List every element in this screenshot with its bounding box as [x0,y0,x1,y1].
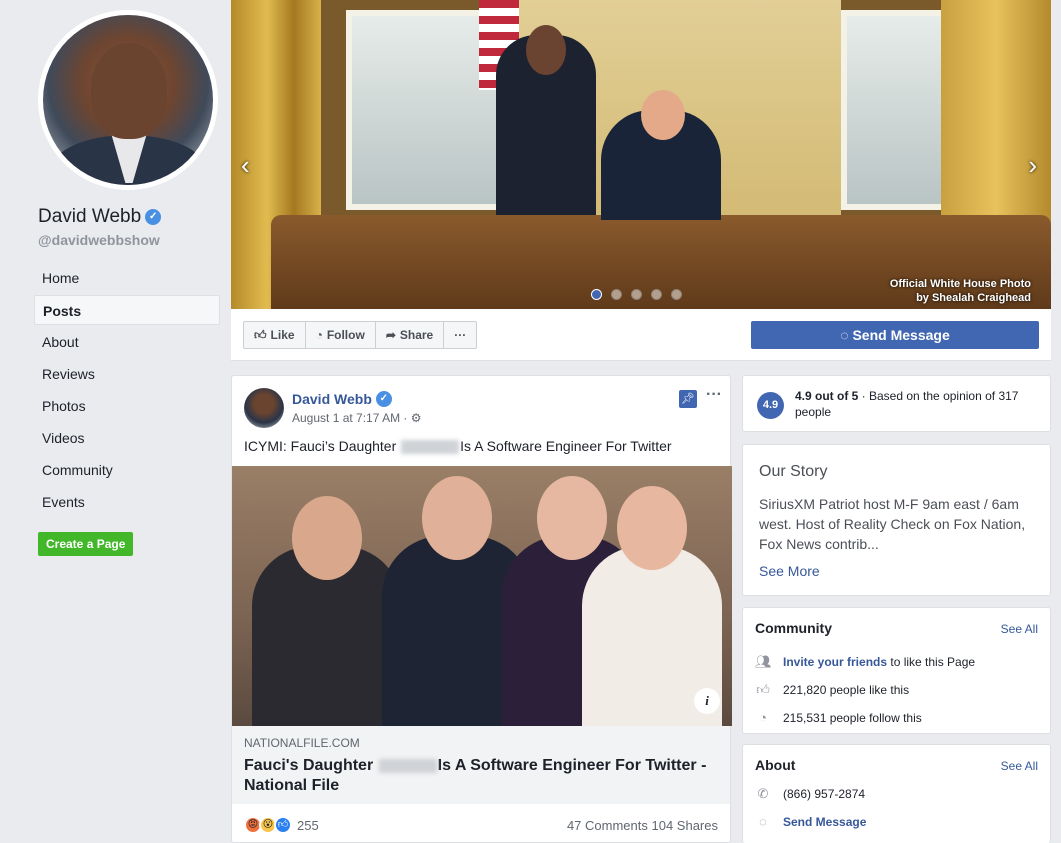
pin-icon: 📌︎ [679,390,697,408]
link-domain: NATIONALFILE.COM [244,736,360,750]
follows-row: ◔ 215,531 people follow this [755,710,922,726]
post-text: ICYMI: Fauci’s Daughter Is A Software En… [244,438,672,455]
post-stats: 47 Comments 104 Shares [567,818,718,833]
page-action-bar: 👍︎ Like ◔ Follow ➦ Share ··· ◌ Send Mess… [231,309,1051,361]
about-title: About [755,757,796,773]
message-row: ◌ Send Message [755,814,866,830]
rss-icon: ◔ [759,710,767,725]
nav-item-reviews[interactable]: Reviews [34,359,220,389]
thumbs-up-icon: 👍︎ [254,328,267,342]
reactions-summary[interactable]: 😡︎ 😮︎ 👍︎ 255 [244,816,319,834]
chevron-right-icon[interactable]: › [1028,150,1037,181]
info-icon[interactable]: i [694,688,720,714]
like-button[interactable]: 👍︎ Like [244,322,306,348]
nav-item-videos[interactable]: Videos [34,423,220,453]
page-actions: 👍︎ Like ◔ Follow ➦ Share ··· [243,321,478,349]
nav-item-home[interactable]: Home [34,263,220,293]
post-author-avatar[interactable] [244,388,284,428]
post-link-image[interactable]: i [232,466,732,726]
about-send-message-link[interactable]: Send Message [783,815,866,829]
likes-row: 👍︎ 221,820 people like this [756,682,910,697]
rss-icon: ◔ [315,328,323,342]
follow-button[interactable]: ◔ Follow [306,322,376,348]
send-message-button[interactable]: ◌ Send Message [751,321,1039,349]
nav-item-about[interactable]: About [34,327,220,357]
rating-card: 4.9 4.9 out of 5 · Based on the opinion … [742,375,1051,432]
create-page-button[interactable]: Create a Page [38,532,134,556]
post-timestamp[interactable]: August 1 at 7:17 AM · ⚙ [292,411,422,425]
post-author[interactable]: David Webb ✓ [292,391,392,407]
nav-item-posts[interactable]: Posts [34,295,220,325]
rating-text: 4.9 out of 5 · Based on the opinion of 3… [795,389,1019,419]
invite-row: 👥︎ Invite your friends to like this Page [755,654,976,669]
see-more-link[interactable]: See More [759,563,820,579]
share-button[interactable]: ➦ Share [376,322,445,348]
page-name-text[interactable]: David Webb [38,206,141,228]
phone-icon: ✆ [757,786,769,801]
verified-badge-icon: ✓ [375,391,392,407]
pinned-post: David Webb ✓ August 1 at 7:17 AM · ⚙ 📌︎ … [231,375,732,843]
story-text: SiriusXM Patriot host M-F 9am east / 6am… [759,496,1026,552]
chevron-left-icon[interactable]: ‹ [241,150,250,181]
phone-row: ✆ (866) 957-2874 [755,786,866,802]
cover-photo[interactable]: ‹ › Official White House Photo by Sheala… [231,0,1051,309]
story-title: Our Story [759,463,828,480]
nav-item-photos[interactable]: Photos [34,391,220,421]
our-story-card: Our Story SiriusXM Patriot host M-F 9am … [742,444,1051,596]
left-column: David Webb ✓ @davidwebbshow Home Posts A… [0,0,231,843]
rating-badge: 4.9 [757,392,784,419]
verified-badge-icon: ✓ [145,209,162,225]
carousel-dot[interactable] [671,289,682,300]
community-title: Community [755,620,832,636]
link-title[interactable]: Fauci's Daughter Is A Software Engineer … [244,756,718,796]
carousel-dot[interactable] [631,289,642,300]
link-preview[interactable]: NATIONALFILE.COM Fauci's Daughter Is A S… [232,726,730,804]
carousel-dot[interactable] [591,289,602,300]
page-nav: Home Posts About Reviews Photos Videos C… [34,263,220,519]
nav-item-community[interactable]: Community [34,455,220,485]
more-options-button[interactable]: ··· [444,322,476,348]
nav-item-events[interactable]: Events [34,487,220,517]
page-handle[interactable]: @davidwebbshow [38,232,160,248]
carousel-dot[interactable] [611,289,622,300]
messenger-icon: ◌ [840,327,849,343]
people-icon: 👥︎ [755,654,772,669]
invite-friends-link[interactable]: Invite your friends [783,655,887,669]
messenger-icon: ◌ [759,814,767,829]
community-card: Community See All 👥︎ Invite your friends… [742,607,1051,734]
carousel-dot[interactable] [651,289,662,300]
profile-avatar[interactable] [38,10,218,190]
about-card: About See All ✆ (866) 957-2874 ◌ Send Me… [742,744,1051,843]
shares-count[interactable]: 104 Shares [652,818,719,833]
post-options-icon[interactable]: ··· [706,386,722,404]
profile-photo [43,15,213,185]
share-arrow-icon: ➦ [385,328,396,342]
comments-count[interactable]: 47 Comments [567,818,648,833]
thumbs-up-icon: 👍︎ [756,682,770,697]
about-see-all-link[interactable]: See All [1001,759,1038,773]
gear-icon: ⚙ [410,411,422,425]
community-see-all-link[interactable]: See All [1001,622,1038,636]
carousel-dots [591,289,682,300]
redacted-text [401,440,460,455]
cover-caption: Official White House Photo by Shealah Cr… [889,278,1031,304]
page-title[interactable]: David Webb ✓ [38,206,162,228]
like-reaction-icon: 👍︎ [274,816,292,834]
redacted-text [378,758,437,773]
